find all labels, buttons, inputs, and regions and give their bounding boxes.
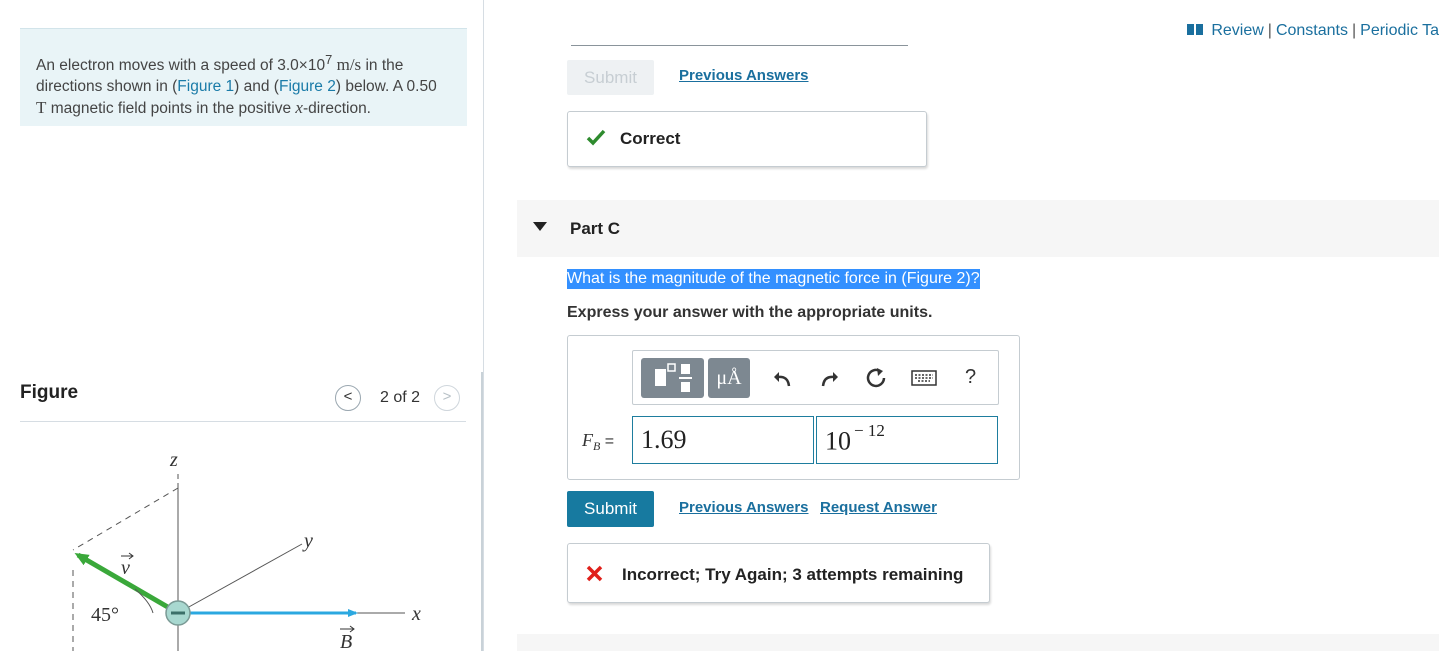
keyboard-icon[interactable]: [911, 370, 937, 386]
axis-variable: x: [295, 98, 303, 118]
force-label: FB =: [582, 430, 615, 454]
figure-1-link[interactable]: Figure 1: [177, 78, 234, 95]
answer-pane: Review | Constants | Periodic Ta Submit Prev…: [485, 0, 1439, 651]
part-c-question: What is the magnitude of the magnetic fo…: [567, 269, 980, 289]
checkmark-icon: [586, 129, 606, 146]
part-b-previous-answers-link[interactable]: Previous Answers: [679, 67, 809, 84]
templates-icon: [655, 363, 692, 392]
unit-input[interactable]: 10− 12: [816, 416, 998, 464]
speed-value: 3.0×107: [277, 52, 333, 75]
undo-icon[interactable]: [773, 368, 793, 388]
figure-diagram: z y x v B 45°: [72, 449, 421, 651]
part-c-instruction: Express your answer with the appropriate…: [567, 304, 933, 321]
help-button[interactable]: ?: [965, 366, 976, 389]
pane-scrollbar[interactable]: [481, 372, 483, 651]
part-c-answer-box: μÅ ? FB = 1.69 10− 12: [567, 335, 1020, 480]
value-input[interactable]: 1.69: [632, 416, 814, 464]
problem-pane: An electron moves with a speed of 3.0×10…: [0, 0, 484, 651]
problem-statement: An electron moves with a speed of 3.0×10…: [20, 28, 467, 126]
part-c-submit-button[interactable]: Submit: [567, 491, 654, 527]
figure-prev-button[interactable]: <: [335, 385, 361, 411]
y-axis: [177, 543, 303, 614]
top-links: Review | Constants | Periodic Ta: [1187, 22, 1439, 40]
review-link[interactable]: Review: [1211, 22, 1263, 39]
y-label: y: [302, 530, 313, 552]
next-part-header[interactable]: [517, 634, 1439, 651]
b-label: B: [340, 631, 352, 651]
figure-header: Figure < 2 of 2 >: [20, 380, 466, 422]
part-b-answer-line: [571, 45, 908, 46]
dashed-frame-top: [72, 487, 179, 551]
reset-icon[interactable]: [865, 367, 887, 389]
constants-link[interactable]: Constants: [1276, 22, 1348, 39]
figure-2-link[interactable]: Figure 2: [279, 78, 336, 95]
speed-unit: m/s: [336, 55, 362, 75]
collapse-triangle-icon: [533, 222, 547, 231]
v-label: v: [121, 557, 130, 579]
periodic-table-link[interactable]: Periodic Ta: [1360, 22, 1439, 39]
request-answer-link[interactable]: Request Answer: [820, 499, 937, 516]
field-unit: T: [36, 98, 47, 118]
figure-title: Figure: [20, 382, 79, 403]
figure-counter: 2 of 2: [380, 389, 421, 406]
part-c-previous-answers-link[interactable]: Previous Answers: [679, 499, 809, 516]
figure-next-button[interactable]: >: [434, 385, 460, 411]
units-button[interactable]: μÅ: [708, 358, 750, 398]
part-b-feedback: Correct: [567, 111, 927, 167]
redo-icon[interactable]: [819, 368, 839, 388]
angle-label: 45°: [91, 604, 119, 626]
x-label: x: [411, 603, 421, 625]
book-icon: [1187, 24, 1204, 35]
z-label: z: [169, 449, 178, 471]
part-c-feedback: Incorrect; Try Again; 3 attempts remaini…: [567, 543, 990, 603]
cross-icon: [586, 565, 603, 582]
part-c-header[interactable]: Part C: [517, 200, 1439, 257]
part-b-submit-button[interactable]: Submit: [567, 60, 654, 95]
templates-button[interactable]: [641, 358, 704, 398]
math-toolbar: μÅ ?: [632, 350, 999, 405]
part-c-title: Part C: [570, 219, 621, 238]
